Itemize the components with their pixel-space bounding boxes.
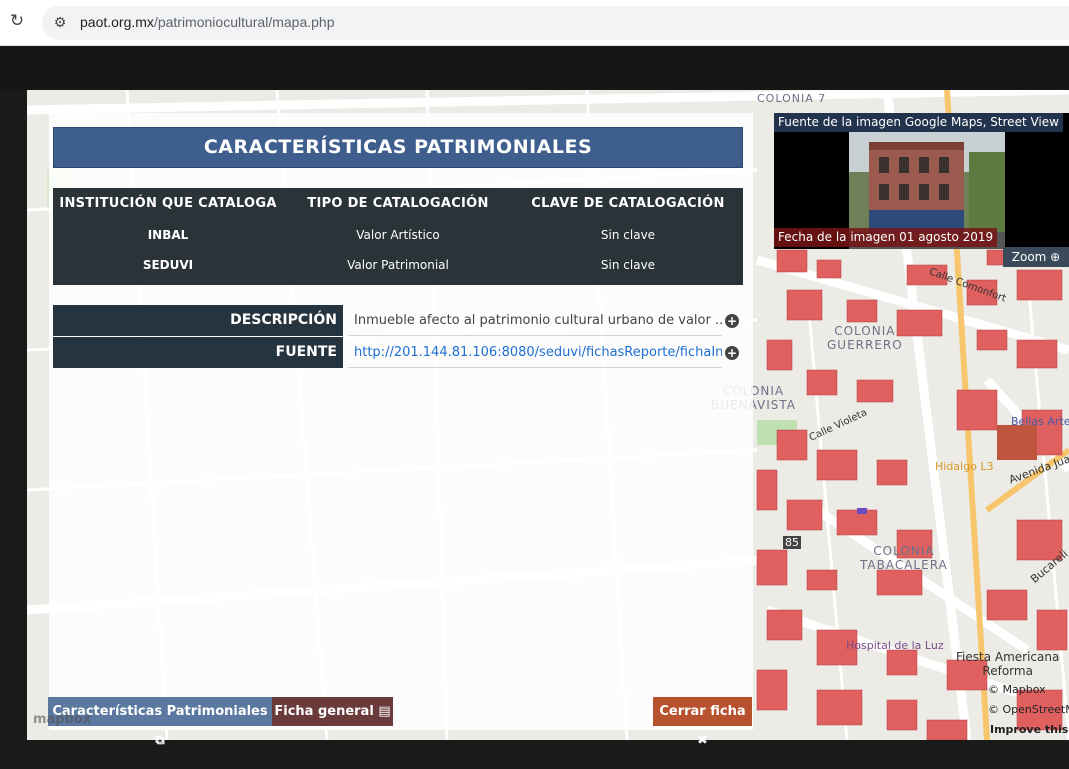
map-label-fiesta-americana: Fiesta Americana Reforma bbox=[956, 650, 1060, 678]
street-view-panel[interactable]: Fuente de la imagen Google Maps, Street … bbox=[774, 113, 1069, 249]
mapbox-credit[interactable]: © Mapbox bbox=[988, 683, 1046, 696]
heritage-info-panel: CARACTERÍSTICAS PATRIMONIALES INSTITUCIÓ… bbox=[49, 113, 753, 730]
table-row: INBAL Valor Artístico Sin clave bbox=[53, 224, 743, 246]
row-key: Sin clave bbox=[600, 258, 656, 272]
catalog-table-header: INSTITUCIÓN QUE CATALOGA TIPO DE CATALOG… bbox=[53, 192, 743, 216]
mapbox-logo[interactable]: mapbox bbox=[33, 712, 91, 727]
header-key: CLAVE DE CATALOGACIÓN bbox=[531, 196, 725, 211]
osm-credit[interactable]: © OpenStreetMap bbox=[988, 703, 1069, 716]
improve-map-link[interactable]: Improve this map bbox=[990, 723, 1069, 736]
panel-title: CARACTERÍSTICAS PATRIMONIALES bbox=[53, 127, 743, 168]
row-key: Sin clave bbox=[600, 228, 656, 242]
header-institution: INSTITUCIÓN QUE CATALOGA bbox=[59, 196, 277, 211]
copy-icon: ⧉ bbox=[155, 733, 165, 748]
browser-toolbar: ↻ ⚙ paot.org.mx/patrimoniocultural/mapa.… bbox=[0, 0, 1069, 46]
map-label-colonia-guerrero: COLONIA GUERRERO bbox=[827, 324, 903, 352]
page-background bbox=[0, 47, 1069, 90]
map-label-colonia-7: COLONIA 7 bbox=[757, 92, 827, 105]
source-row: FUENTE http://201.144.81.106:8080/seduvi… bbox=[53, 337, 739, 368]
header-type: TIPO DE CATALOGACIÓN bbox=[307, 196, 489, 211]
url-text[interactable]: paot.org.mx/patrimoniocultural/mapa.php bbox=[80, 14, 334, 30]
table-row: SEDUVI Valor Patrimonial Sin clave bbox=[53, 254, 743, 276]
reload-icon[interactable]: ↻ bbox=[6, 10, 28, 32]
map-label-colonia-tabacalera: COLONIA TABACALERA bbox=[860, 544, 948, 572]
row-institution: INBAL bbox=[147, 228, 189, 242]
close-label: Cerrar ficha bbox=[659, 704, 746, 719]
map-label-hidalgo: Hidalgo L3 bbox=[935, 460, 994, 473]
description-value: Inmueble afecto al patrimonio cultural u… bbox=[348, 305, 722, 336]
street-view-date: Fecha de la imagen 01 agosto 2019 bbox=[774, 228, 998, 247]
expand-source-icon[interactable]: + bbox=[725, 346, 739, 360]
source-link[interactable]: http://201.144.81.106:8080/seduvi/fichas… bbox=[348, 337, 722, 368]
general-label: Ficha general bbox=[274, 704, 374, 719]
row-institution: SEDUVI bbox=[142, 258, 194, 272]
expand-description-icon[interactable]: + bbox=[725, 314, 739, 328]
map-label-hospital: Hospital de la Luz bbox=[846, 639, 944, 652]
book-icon: ▤ bbox=[378, 704, 391, 719]
map-label-bellas-artes: Bellas Artes bbox=[1011, 415, 1069, 428]
source-label: FUENTE bbox=[53, 337, 343, 368]
close-icon: ✖ bbox=[697, 733, 708, 748]
street-view-source: Fuente de la imagen Google Maps, Street … bbox=[774, 113, 1063, 132]
row-type: Valor Patrimonial bbox=[347, 258, 449, 272]
zoom-in-icon: ⊕ bbox=[1050, 250, 1061, 264]
general-record-button[interactable]: Ficha general ▤ bbox=[272, 697, 393, 726]
close-record-button[interactable]: Cerrar ficha ✖ bbox=[653, 697, 752, 748]
description-label: DESCRIPCIÓN bbox=[53, 305, 343, 336]
address-bar[interactable]: ⚙ paot.org.mx/patrimoniocultural/mapa.ph… bbox=[42, 6, 1069, 40]
map-canvas[interactable]: COLONIA GUERRERO COLONIA BUENAVISTA COLO… bbox=[27, 90, 1069, 740]
zoom-button[interactable]: Zoom ⊕ bbox=[1003, 247, 1069, 267]
zoom-label: Zoom bbox=[1011, 250, 1047, 264]
site-settings-icon[interactable]: ⚙ bbox=[50, 13, 70, 33]
description-row: DESCRIPCIÓN Inmueble afecto al patrimoni… bbox=[53, 305, 739, 336]
route-85-shield: 85 bbox=[783, 536, 801, 549]
row-type: Valor Artístico bbox=[356, 228, 440, 242]
catalog-table: INSTITUCIÓN QUE CATALOGA TIPO DE CATALOG… bbox=[53, 188, 743, 285]
